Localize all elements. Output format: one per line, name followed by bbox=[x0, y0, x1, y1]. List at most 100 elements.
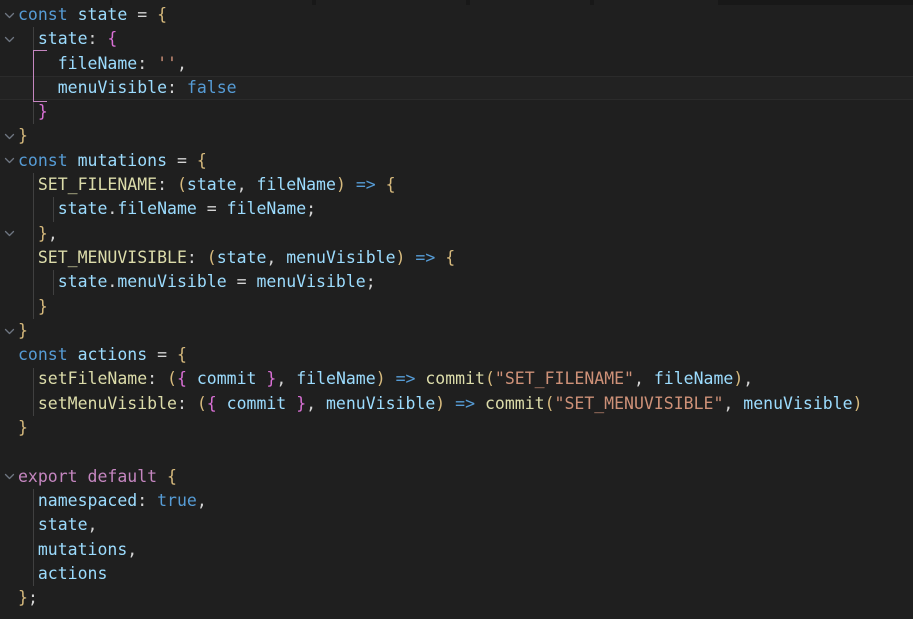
code-token: actions bbox=[37, 563, 108, 583]
code-line[interactable]: const actions = { bbox=[0, 343, 913, 367]
tab-segment-5[interactable] bbox=[594, 0, 718, 5]
code-line[interactable]: mutations, bbox=[0, 538, 913, 562]
code-token: menuVisible bbox=[57, 77, 168, 97]
code-line[interactable]: SET_FILENAME: (state, fileName) => { bbox=[0, 173, 913, 197]
code-line[interactable]: }; bbox=[0, 586, 913, 610]
code-token: namespaced bbox=[37, 490, 138, 510]
code-line[interactable]: } bbox=[0, 416, 913, 440]
tab-segment-4[interactable] bbox=[470, 0, 590, 5]
code-token: const bbox=[18, 150, 68, 170]
code-line[interactable]: export default { bbox=[0, 465, 913, 489]
code-content[interactable]: const state = { state: { fileName: '', m… bbox=[0, 0, 913, 610]
code-line[interactable]: const mutations = { bbox=[0, 149, 913, 173]
code-token: true bbox=[157, 490, 197, 510]
code-line[interactable]: actions bbox=[0, 562, 913, 586]
code-token: } bbox=[37, 296, 48, 316]
code-token: commit bbox=[484, 393, 545, 413]
code-token: ; bbox=[27, 588, 38, 608]
code-token: actions bbox=[77, 345, 148, 365]
code-line[interactable]: }, bbox=[0, 222, 913, 246]
code-line[interactable]: } bbox=[0, 295, 913, 319]
code-line[interactable]: state.menuVisible = menuVisible; bbox=[0, 270, 913, 294]
tab-segment-1[interactable] bbox=[0, 0, 110, 5]
code-token: = bbox=[176, 150, 187, 170]
code-token: mutations bbox=[37, 539, 128, 559]
code-token: } bbox=[18, 418, 28, 438]
code-editor[interactable]: const state = { state: { fileName: '', m… bbox=[0, 0, 913, 619]
code-line[interactable]: SET_MENUVISIBLE: (state, menuVisible) =>… bbox=[0, 246, 913, 270]
code-token: const bbox=[18, 5, 68, 24]
code-token: } bbox=[18, 320, 28, 340]
code-line[interactable]: const state = { bbox=[0, 3, 913, 27]
code-token: , bbox=[87, 515, 98, 535]
code-token: '' bbox=[157, 53, 177, 73]
code-token: state bbox=[57, 272, 108, 292]
code-token: => bbox=[355, 175, 376, 195]
code-line[interactable]: } bbox=[0, 124, 913, 148]
code-token: fileName bbox=[117, 199, 197, 219]
code-token: , bbox=[306, 393, 317, 413]
code-token: fileName bbox=[57, 53, 138, 73]
code-line[interactable] bbox=[0, 440, 913, 464]
code-token: : bbox=[137, 490, 148, 510]
code-line[interactable]: fileName: '', bbox=[0, 52, 913, 76]
code-token: { bbox=[206, 393, 217, 413]
code-token: , bbox=[196, 490, 207, 510]
code-token: { bbox=[176, 369, 187, 389]
code-token: fileName bbox=[256, 175, 336, 195]
code-token: fileName bbox=[226, 199, 307, 219]
code-token: , bbox=[176, 53, 187, 73]
code-token: setFileName bbox=[37, 369, 148, 389]
code-token: ) bbox=[395, 247, 406, 267]
code-token: : bbox=[137, 53, 148, 73]
code-line[interactable]: namespaced: true, bbox=[0, 489, 913, 513]
code-token: { bbox=[196, 150, 207, 170]
code-token: = bbox=[236, 272, 247, 292]
tab-strip bbox=[0, 0, 913, 5]
code-token: "SET_MENUVISIBLE" bbox=[554, 393, 724, 413]
code-line[interactable]: setFileName: ({ commit }, fileName) => c… bbox=[0, 367, 913, 391]
code-token: setMenuVisible bbox=[37, 393, 177, 413]
code-token: } bbox=[37, 102, 48, 122]
code-line[interactable]: } bbox=[0, 319, 913, 343]
tab-segment-3[interactable] bbox=[316, 0, 466, 5]
code-token: ( bbox=[196, 393, 207, 413]
code-line[interactable]: } bbox=[0, 100, 913, 124]
code-line[interactable]: menuVisible: false bbox=[0, 76, 913, 100]
tab-segment-2[interactable] bbox=[112, 0, 312, 5]
code-line[interactable]: setMenuVisible: ({ commit }, menuVisible… bbox=[0, 392, 913, 416]
code-token: : bbox=[176, 393, 187, 413]
code-token: { bbox=[176, 345, 187, 365]
code-line[interactable]: state.fileName = fileName; bbox=[0, 197, 913, 221]
code-token: menuVisible bbox=[743, 393, 853, 413]
code-token: ) bbox=[733, 369, 744, 389]
code-token: } bbox=[296, 393, 307, 413]
code-line[interactable]: state, bbox=[0, 513, 913, 537]
code-token: commit bbox=[425, 369, 485, 389]
code-token: , bbox=[276, 369, 287, 389]
code-token: { bbox=[157, 5, 168, 24]
code-token: menuVisible bbox=[286, 247, 396, 267]
code-line[interactable]: state: { bbox=[0, 27, 913, 51]
